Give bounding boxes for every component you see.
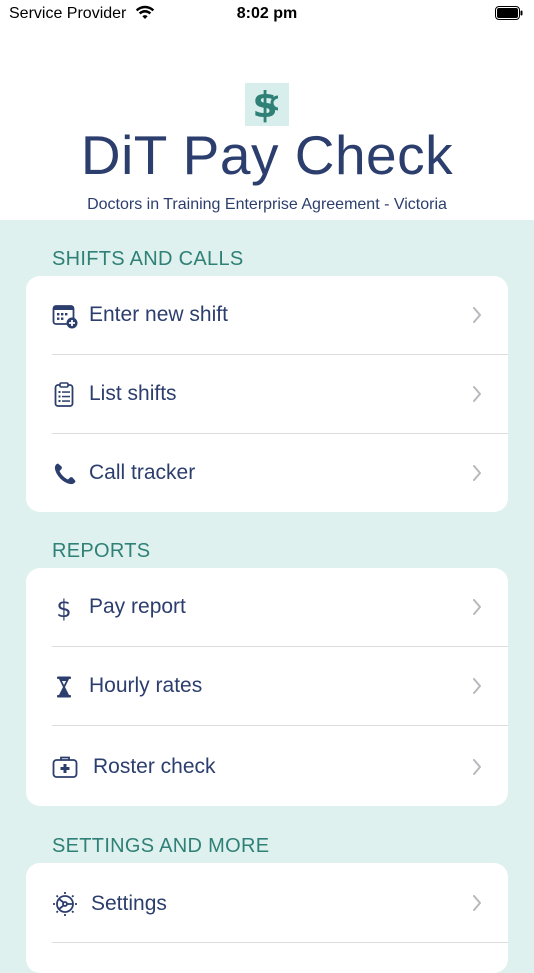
dollar-icon: $: [56, 595, 71, 621]
settings-label: Settings: [91, 892, 167, 915]
section-header-shifts: SHIFTS AND CALLS: [52, 248, 244, 270]
app-subtitle: Doctors in Training Enterprise Agreement…: [87, 196, 447, 213]
hourly-rates-label: Hourly rates: [89, 674, 203, 697]
calendar-add-icon: [52, 305, 78, 329]
clock-time: 8:02 pm: [236, 5, 298, 22]
row-divider: [52, 942, 508, 943]
section-header-settings: SETTINGS AND MORE: [52, 835, 270, 857]
svg-text:$: $: [56, 595, 71, 621]
chevron-right-icon: [473, 386, 481, 402]
settings-card: Settings: [26, 863, 508, 973]
header-area: Service Provider 8:02 pm $ DiT Pay Check…: [0, 0, 534, 220]
list-shifts-label: List shifts: [89, 382, 177, 405]
battery-icon: [495, 6, 523, 20]
pay-report-label: Pay report: [89, 595, 186, 618]
call-tracker-label: Call tracker: [89, 461, 196, 484]
roster-check-label: Roster check: [93, 755, 216, 778]
shifts-card: Enter new shift List shifts Call tracker: [26, 276, 508, 512]
list-shifts-row[interactable]: List shifts: [26, 355, 508, 433]
chevron-right-icon: [473, 895, 481, 911]
dollar-logo-icon: $: [245, 83, 289, 126]
hourglass-icon: [57, 676, 71, 698]
clipboard-list-icon: [54, 382, 74, 407]
app-title: DiT Pay Check: [80, 124, 454, 186]
reports-card: $ Pay report Hourly rates Roster check: [26, 568, 508, 806]
chevron-right-icon: [473, 307, 481, 323]
call-tracker-row[interactable]: Call tracker: [26, 434, 508, 512]
chevron-right-icon: [473, 599, 481, 615]
phone-icon: [54, 463, 76, 485]
gear-icon: [53, 892, 77, 916]
status-bar: Service Provider 8:02 pm: [0, 0, 534, 30]
enter-new-shift-row[interactable]: Enter new shift: [26, 276, 508, 354]
chevron-right-icon: [473, 678, 481, 694]
chevron-right-icon: [473, 465, 481, 481]
hourly-rates-row[interactable]: Hourly rates: [26, 647, 508, 725]
medical-kit-icon: [52, 756, 78, 778]
settings-row[interactable]: Settings: [26, 863, 508, 941]
enter-new-shift-label: Enter new shift: [89, 303, 228, 326]
section-header-reports: REPORTS: [52, 540, 151, 562]
pay-report-row[interactable]: $ Pay report: [26, 568, 508, 646]
chevron-right-icon: [473, 759, 481, 775]
roster-check-row[interactable]: Roster check: [26, 726, 508, 806]
